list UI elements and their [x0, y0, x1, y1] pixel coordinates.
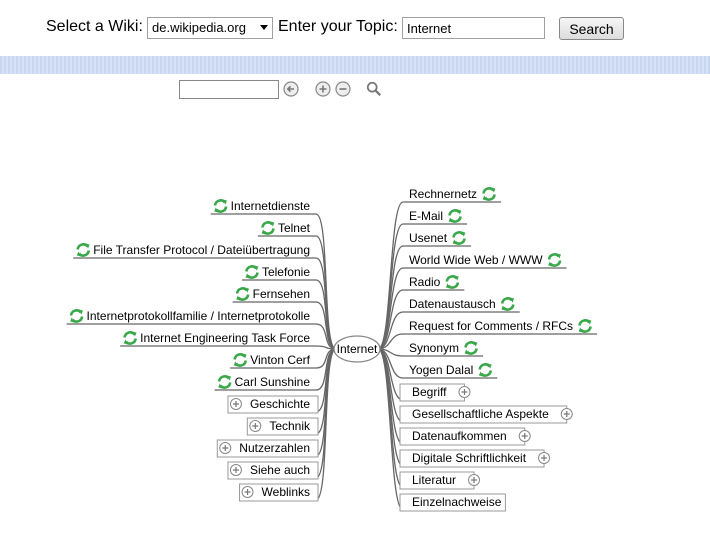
mindmap-node-left[interactable]: Weblinks: [239, 483, 319, 502]
node-label: World Wide Web / WWW: [409, 253, 543, 267]
mindmap-node-left[interactable]: Internet Engineering Task Force: [123, 331, 311, 345]
mindmap-node-right[interactable]: Request for Comments / RFCs: [409, 319, 592, 333]
expand-icon[interactable]: [229, 464, 242, 476]
expand-icon[interactable]: [219, 442, 232, 454]
mindmap-node-right[interactable]: Yogen Dalal: [409, 363, 493, 377]
expand-icon[interactable]: [538, 452, 551, 464]
mind-map: Internetdienste Telnet File Transfer Proto…: [66, 187, 598, 512]
refresh-icon[interactable]: [464, 341, 478, 355]
refresh-icon[interactable]: [261, 221, 275, 235]
refresh-icon[interactable]: [123, 331, 137, 345]
mindmap-node-left[interactable]: Telefonie: [245, 265, 311, 279]
expand-icon[interactable]: [241, 486, 254, 498]
refresh-icon[interactable]: [245, 265, 259, 279]
refresh-icon[interactable]: [445, 275, 460, 289]
node-label: Weblinks: [262, 485, 310, 499]
node-label: Siehe auch: [250, 463, 310, 477]
mindmap-node-left[interactable]: Internetdienste: [213, 199, 311, 213]
node-label: Request for Comments / RFCs: [409, 319, 573, 333]
mindmap-node-right[interactable]: Einzelnachweise: [399, 493, 506, 512]
node-label: Telefonie: [262, 265, 310, 279]
node-label: Digitale Schriftlichkeit: [412, 451, 527, 465]
refresh-icon[interactable]: [500, 297, 515, 311]
mindmap-node-left[interactable]: File Transfer Protocol / Dateiübertragun…: [76, 243, 310, 257]
refresh-icon[interactable]: [478, 363, 493, 377]
node-label: Datenaustausch: [409, 297, 496, 311]
mindmap-node-left[interactable]: Geschichte: [227, 395, 319, 414]
node-label: File Transfer Protocol / Dateiübertragun…: [93, 243, 310, 257]
mindmap-node-left[interactable]: Vinton Cerf: [233, 353, 311, 367]
node-label: Nutzerzahlen: [239, 441, 310, 455]
mindmap-node-right[interactable]: Synonym: [409, 341, 478, 355]
expand-icon[interactable]: [458, 386, 471, 398]
node-label: Usenet: [409, 231, 448, 245]
mindmap-node-right[interactable]: Datenaufkommen: [399, 427, 531, 446]
refresh-icon[interactable]: [547, 253, 562, 267]
mindmap-node-right[interactable]: E-Mail: [409, 209, 462, 223]
mindmap-node-right[interactable]: Digitale Schriftlichkeit: [399, 449, 551, 468]
refresh-icon[interactable]: [452, 231, 466, 245]
node-label: Geschichte: [250, 397, 310, 411]
node-label: Technik: [269, 419, 311, 433]
mindmap-node-right[interactable]: Radio: [409, 275, 460, 289]
node-label: Begriff: [412, 385, 447, 399]
node-label: Fernsehen: [253, 287, 310, 301]
mindmap-node-right[interactable]: Begriff: [399, 383, 471, 402]
node-label: Vinton Cerf: [250, 353, 310, 367]
mindmap-node-left[interactable]: Fernsehen: [235, 287, 310, 301]
refresh-icon[interactable]: [233, 353, 247, 367]
refresh-icon[interactable]: [578, 319, 592, 333]
mindmap-center-node[interactable]: Internet: [333, 335, 381, 363]
node-label: E-Mail: [409, 209, 443, 223]
node-label: Datenaufkommen: [412, 429, 507, 443]
refresh-icon[interactable]: [482, 187, 496, 201]
refresh-icon[interactable]: [76, 243, 91, 257]
refresh-icon[interactable]: [235, 287, 250, 301]
mindmap-node-left[interactable]: Nutzerzahlen: [216, 439, 319, 458]
center-node-label: Internet: [337, 342, 378, 356]
refresh-icon[interactable]: [448, 209, 462, 223]
node-label: Internetprotokollfamilie / Internetproto…: [87, 309, 311, 323]
mindmap-node-left[interactable]: Carl Sunshine: [217, 375, 311, 389]
mindmap-node-right[interactable]: Literatur: [399, 471, 481, 490]
node-label: Internet Engineering Task Force: [140, 331, 310, 345]
refresh-icon[interactable]: [213, 199, 228, 213]
mindmap-node-left[interactable]: Siehe auch: [227, 461, 319, 480]
mindmap-node-right[interactable]: Gesellschaftliche Aspekte: [399, 405, 573, 424]
node-label: Literatur: [412, 473, 456, 487]
expand-icon[interactable]: [468, 474, 481, 486]
node-label: Rechnernetz: [409, 187, 477, 201]
mindmap-node-right[interactable]: Datenaustausch: [409, 297, 515, 311]
expand-icon[interactable]: [249, 420, 262, 432]
mindmap-node-right[interactable]: World Wide Web / WWW: [409, 253, 562, 267]
node-label: Yogen Dalal: [409, 363, 473, 377]
node-label: Gesellschaftliche Aspekte: [412, 407, 549, 421]
expand-icon[interactable]: [560, 408, 573, 420]
mindmap-node-right[interactable]: Rechnernetz: [409, 187, 496, 201]
mindmap-node-left[interactable]: Telnet: [261, 221, 311, 235]
node-label: Telnet: [278, 221, 311, 235]
refresh-icon[interactable]: [69, 309, 84, 323]
mindmap-node-left[interactable]: Internetprotokollfamilie / Internetproto…: [69, 309, 311, 323]
node-label: Radio: [409, 275, 441, 289]
node-label: Carl Sunshine: [235, 375, 311, 389]
node-label: Internetdienste: [231, 199, 311, 213]
refresh-icon[interactable]: [217, 375, 232, 389]
mindmap-node-left[interactable]: Technik: [246, 417, 319, 436]
node-label: Synonym: [409, 341, 459, 355]
node-label: Einzelnachweise: [412, 495, 502, 509]
expand-icon[interactable]: [229, 398, 242, 410]
mindmap-node-right[interactable]: Usenet: [409, 231, 466, 245]
expand-icon[interactable]: [518, 430, 531, 442]
